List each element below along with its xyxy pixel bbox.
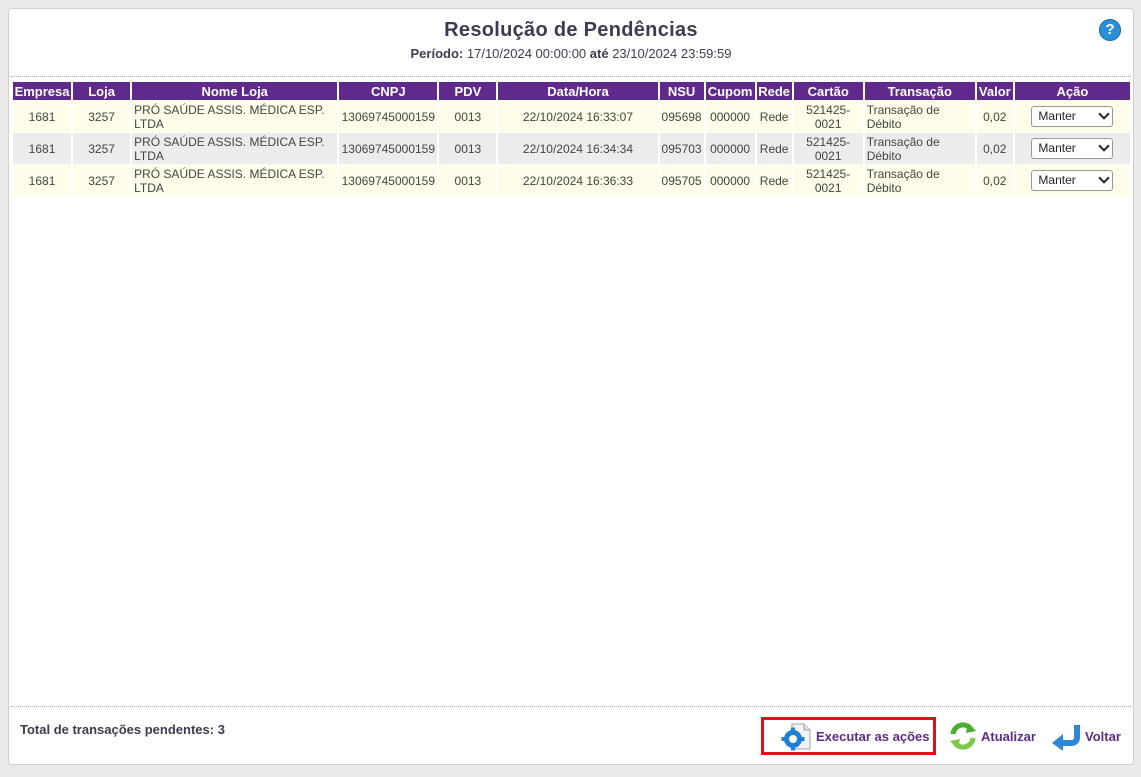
cell-rede: Rede bbox=[756, 101, 792, 132]
table-row: 1681 3257 PRÓ SAÚDE ASSIS. MÉDICA ESP. L… bbox=[13, 133, 1130, 164]
cell-valor: 0,02 bbox=[976, 165, 1013, 196]
back-button[interactable]: Voltar bbox=[1049, 717, 1121, 755]
cell-cnpj: 13069745000159 bbox=[339, 133, 438, 164]
cell-transacao: Transação de Débito bbox=[864, 101, 975, 132]
cell-loja: 3257 bbox=[73, 133, 131, 164]
action-select-value: Manter bbox=[1038, 173, 1076, 187]
page-title: Resolução de Pendências bbox=[444, 19, 698, 41]
main-panel: Resolução de Pendências Período: 17/10/2… bbox=[8, 8, 1134, 765]
col-header[interactable]: Ação bbox=[1014, 82, 1130, 100]
chevron-down-icon bbox=[1098, 172, 1111, 184]
cell-rede: Rede bbox=[756, 133, 792, 164]
cell-data-hora: 22/10/2024 16:33:07 bbox=[498, 101, 658, 132]
action-select-value: Manter bbox=[1038, 141, 1076, 155]
col-header[interactable]: Empresa bbox=[13, 82, 72, 100]
cell-cartao: 521425-0021 bbox=[793, 101, 863, 132]
cell-acao: Manter bbox=[1014, 165, 1130, 196]
col-header[interactable]: Cartão bbox=[793, 82, 863, 100]
cell-nsu: 095705 bbox=[659, 165, 704, 196]
cell-cupom: 000000 bbox=[705, 165, 755, 196]
period-end: 23/10/2024 23:59:59 bbox=[612, 46, 732, 61]
cell-data-hora: 22/10/2024 16:36:33 bbox=[498, 165, 658, 196]
gear-document-icon bbox=[781, 723, 811, 751]
back-label: Voltar bbox=[1085, 728, 1121, 744]
col-header[interactable]: Cupom bbox=[705, 82, 755, 100]
bottom-divider bbox=[11, 706, 1131, 707]
period-line: Período: 17/10/2024 00:00:00 até 23/10/2… bbox=[9, 46, 1133, 61]
cell-loja: 3257 bbox=[73, 165, 131, 196]
cell-valor: 0,02 bbox=[976, 133, 1013, 164]
col-header[interactable]: PDV bbox=[439, 82, 497, 100]
cell-empresa: 1681 bbox=[13, 165, 72, 196]
period-separator: até bbox=[589, 46, 609, 61]
table-row: 1681 3257 PRÓ SAÚDE ASSIS. MÉDICA ESP. L… bbox=[13, 101, 1130, 132]
action-select[interactable]: Manter bbox=[1031, 138, 1114, 159]
total-pending-label: Total de transações pendentes: 3 bbox=[20, 722, 225, 737]
cell-pdv: 0013 bbox=[439, 133, 497, 164]
execute-actions-label: Executar as ações bbox=[816, 728, 930, 744]
cell-cartao: 521425-0021 bbox=[793, 133, 863, 164]
chevron-down-icon bbox=[1098, 140, 1111, 152]
back-arrow-icon bbox=[1052, 725, 1080, 751]
col-header[interactable]: Nome Loja bbox=[132, 82, 338, 100]
cell-nome-loja: PRÓ SAÚDE ASSIS. MÉDICA ESP. LTDA bbox=[132, 133, 338, 164]
cell-rede: Rede bbox=[756, 165, 792, 196]
col-header[interactable]: Rede bbox=[756, 82, 792, 100]
action-select[interactable]: Manter bbox=[1031, 106, 1114, 127]
action-select[interactable]: Manter bbox=[1031, 170, 1114, 191]
pending-transactions-table: Empresa Loja Nome Loja CNPJ PDV Data/Hor… bbox=[11, 81, 1132, 197]
refresh-label: Atualizar bbox=[981, 728, 1036, 744]
cell-cartao: 521425-0021 bbox=[793, 165, 863, 196]
refresh-button[interactable]: Atualizar bbox=[947, 717, 1036, 755]
col-header[interactable]: Transação bbox=[864, 82, 975, 100]
cell-pdv: 0013 bbox=[439, 101, 497, 132]
table-header-row: Empresa Loja Nome Loja CNPJ PDV Data/Hor… bbox=[13, 82, 1130, 100]
cell-loja: 3257 bbox=[73, 101, 131, 132]
cell-cupom: 000000 bbox=[705, 101, 755, 132]
cell-pdv: 0013 bbox=[439, 165, 497, 196]
col-header[interactable]: Loja bbox=[73, 82, 131, 100]
col-header[interactable]: Valor bbox=[976, 82, 1013, 100]
cell-empresa: 1681 bbox=[13, 133, 72, 164]
period-start: 17/10/2024 00:00:00 bbox=[466, 46, 587, 61]
cell-nsu: 095698 bbox=[659, 101, 704, 132]
cell-acao: Manter bbox=[1014, 101, 1130, 132]
col-header[interactable]: Data/Hora bbox=[498, 82, 658, 100]
col-header[interactable]: NSU bbox=[659, 82, 704, 100]
action-select-value: Manter bbox=[1038, 109, 1076, 123]
col-header[interactable]: CNPJ bbox=[339, 82, 438, 100]
cell-acao: Manter bbox=[1014, 133, 1130, 164]
cell-cupom: 000000 bbox=[705, 133, 755, 164]
cell-valor: 0,02 bbox=[976, 101, 1013, 132]
cell-data-hora: 22/10/2024 16:34:34 bbox=[498, 133, 658, 164]
cell-transacao: Transação de Débito bbox=[864, 133, 975, 164]
cell-empresa: 1681 bbox=[13, 101, 72, 132]
cell-cnpj: 13069745000159 bbox=[339, 101, 438, 132]
execute-actions-button[interactable]: Executar as ações bbox=[761, 717, 936, 755]
chevron-down-icon bbox=[1098, 108, 1111, 120]
cell-nome-loja: PRÓ SAÚDE ASSIS. MÉDICA ESP. LTDA bbox=[132, 101, 338, 132]
cell-nsu: 095703 bbox=[659, 133, 704, 164]
help-icon[interactable]: ? bbox=[1099, 19, 1121, 41]
cell-transacao: Transação de Débito bbox=[864, 165, 975, 196]
cell-cnpj: 13069745000159 bbox=[339, 165, 438, 196]
refresh-arrows-icon bbox=[950, 722, 976, 750]
period-label: Período: bbox=[410, 46, 464, 61]
top-divider bbox=[11, 76, 1131, 77]
cell-nome-loja: PRÓ SAÚDE ASSIS. MÉDICA ESP. LTDA bbox=[132, 165, 338, 196]
table-row: 1681 3257 PRÓ SAÚDE ASSIS. MÉDICA ESP. L… bbox=[13, 165, 1130, 196]
